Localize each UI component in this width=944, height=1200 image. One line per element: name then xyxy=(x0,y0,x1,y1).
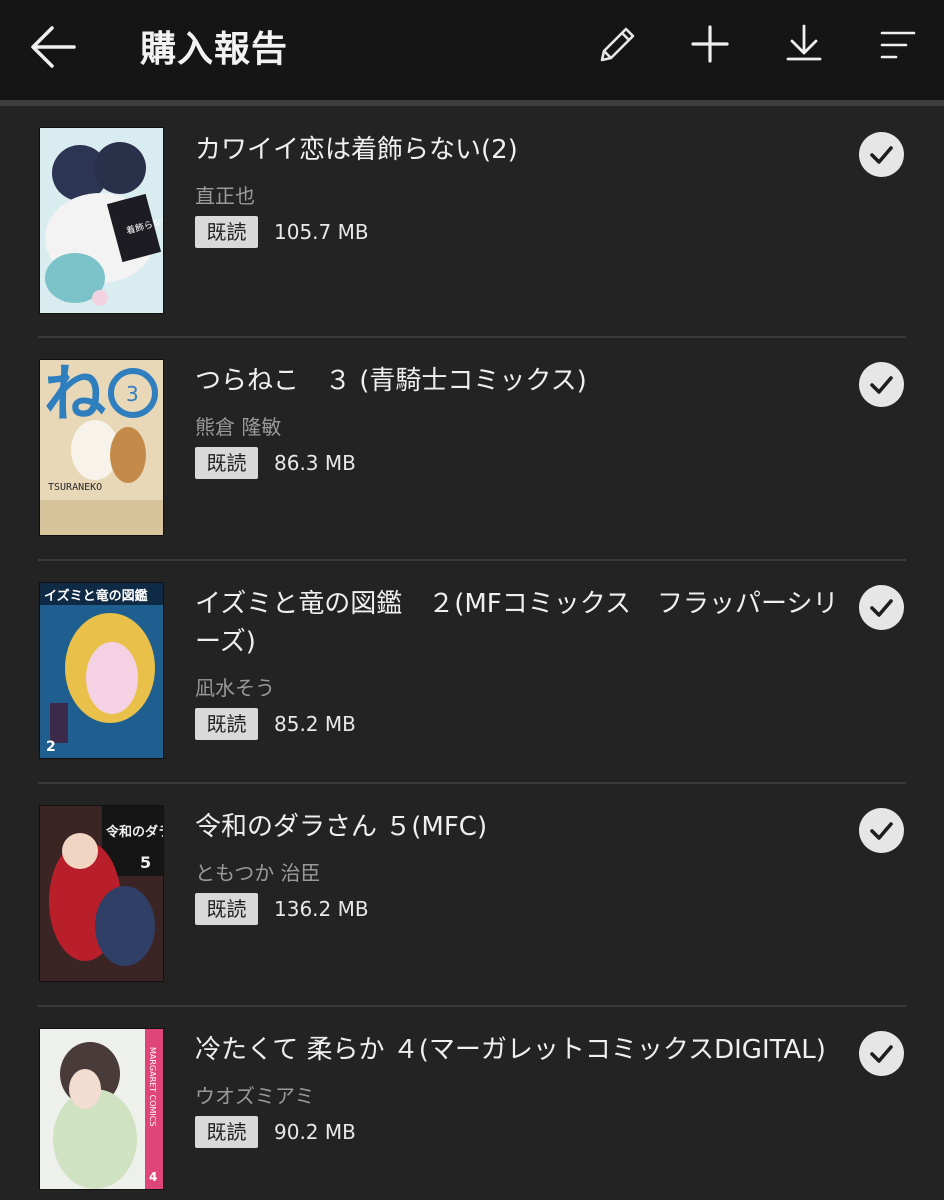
selected-check[interactable] xyxy=(859,808,904,853)
cover-volume: 3 xyxy=(126,382,139,406)
checkmark-icon xyxy=(870,599,893,617)
sort-icon xyxy=(880,31,916,59)
download-button[interactable] xyxy=(778,18,830,70)
book-title: 冷たくて 柔らか ４(マーガレットコミックスDIGITAL) xyxy=(195,1035,826,1065)
edit-button[interactable] xyxy=(592,20,642,70)
file-size: 86.3 MB xyxy=(274,451,356,475)
cover-volume: 5 xyxy=(140,853,151,872)
selected-check[interactable] xyxy=(859,585,904,630)
divider xyxy=(38,559,906,561)
cover-title-text: MARGARET COMICS xyxy=(148,1047,157,1126)
arrow-left-icon xyxy=(31,26,76,68)
divider xyxy=(38,1005,906,1007)
read-status-badge: 既読 xyxy=(195,708,258,740)
checkmark-icon xyxy=(870,376,893,394)
checkmark-icon xyxy=(870,822,893,840)
book-title: カワイイ恋は着飾らない(2) xyxy=(195,135,518,165)
selected-check[interactable] xyxy=(859,362,904,407)
cover-title-text: TSURANEKO xyxy=(48,482,102,493)
book-cover: 着飾らない xyxy=(40,128,163,313)
book-author: 直正也 xyxy=(195,184,255,208)
sort-button[interactable] xyxy=(872,20,922,70)
read-status-badge: 既読 xyxy=(195,1116,258,1148)
file-size: 136.2 MB xyxy=(274,897,369,921)
book-cover: MARGARET COMICS 4 xyxy=(40,1029,163,1189)
selected-check[interactable] xyxy=(859,1031,904,1076)
page-title: 購入報告 xyxy=(140,29,289,70)
add-button[interactable] xyxy=(684,18,736,70)
book-author: ウオズミアミ xyxy=(195,1084,315,1108)
book-author: 熊倉 隆敏 xyxy=(195,415,282,439)
back-button[interactable] xyxy=(24,18,82,76)
read-status-badge: 既読 xyxy=(195,893,258,925)
cover-title-text: 令和のダラさん xyxy=(106,824,163,840)
cover-title-text: イズミと竜の図鑑 xyxy=(44,588,148,604)
app-bar-shadow xyxy=(0,100,944,106)
file-size: 105.7 MB xyxy=(274,220,369,244)
book-author: ともつか 治臣 xyxy=(195,861,321,885)
book-cover: 令和のダラさん 5 xyxy=(40,806,163,981)
file-size: 90.2 MB xyxy=(274,1120,356,1144)
checkmark-icon xyxy=(870,1045,893,1063)
download-icon xyxy=(786,24,822,61)
book-cover: イズミと竜の図鑑 2 xyxy=(40,583,163,758)
book-title: つらねこ ３ (青騎士コミックス) xyxy=(195,366,587,396)
plus-icon xyxy=(691,25,729,63)
app-bar: 購入報告 xyxy=(0,0,944,100)
book-cover: ね 3 TSURANEKO xyxy=(40,360,163,535)
pencil-icon xyxy=(600,27,635,62)
read-status-badge: 既読 xyxy=(195,216,258,248)
cover-volume: 4 xyxy=(149,1170,157,1184)
selected-check[interactable] xyxy=(859,132,904,177)
divider xyxy=(38,336,906,338)
book-author: 凪水そう xyxy=(195,676,275,700)
checkmark-icon xyxy=(870,146,893,164)
divider xyxy=(38,782,906,784)
svg-text:ね: ね xyxy=(44,360,106,430)
book-title: イズミと竜の図鑑 ２(MFコミックス フラッパーシリーズ) xyxy=(195,589,839,657)
book-title: 令和のダラさん ５(MFC) xyxy=(195,812,488,842)
cover-volume: 2 xyxy=(46,739,56,755)
read-status-badge: 既読 xyxy=(195,447,258,479)
file-size: 85.2 MB xyxy=(274,712,356,736)
